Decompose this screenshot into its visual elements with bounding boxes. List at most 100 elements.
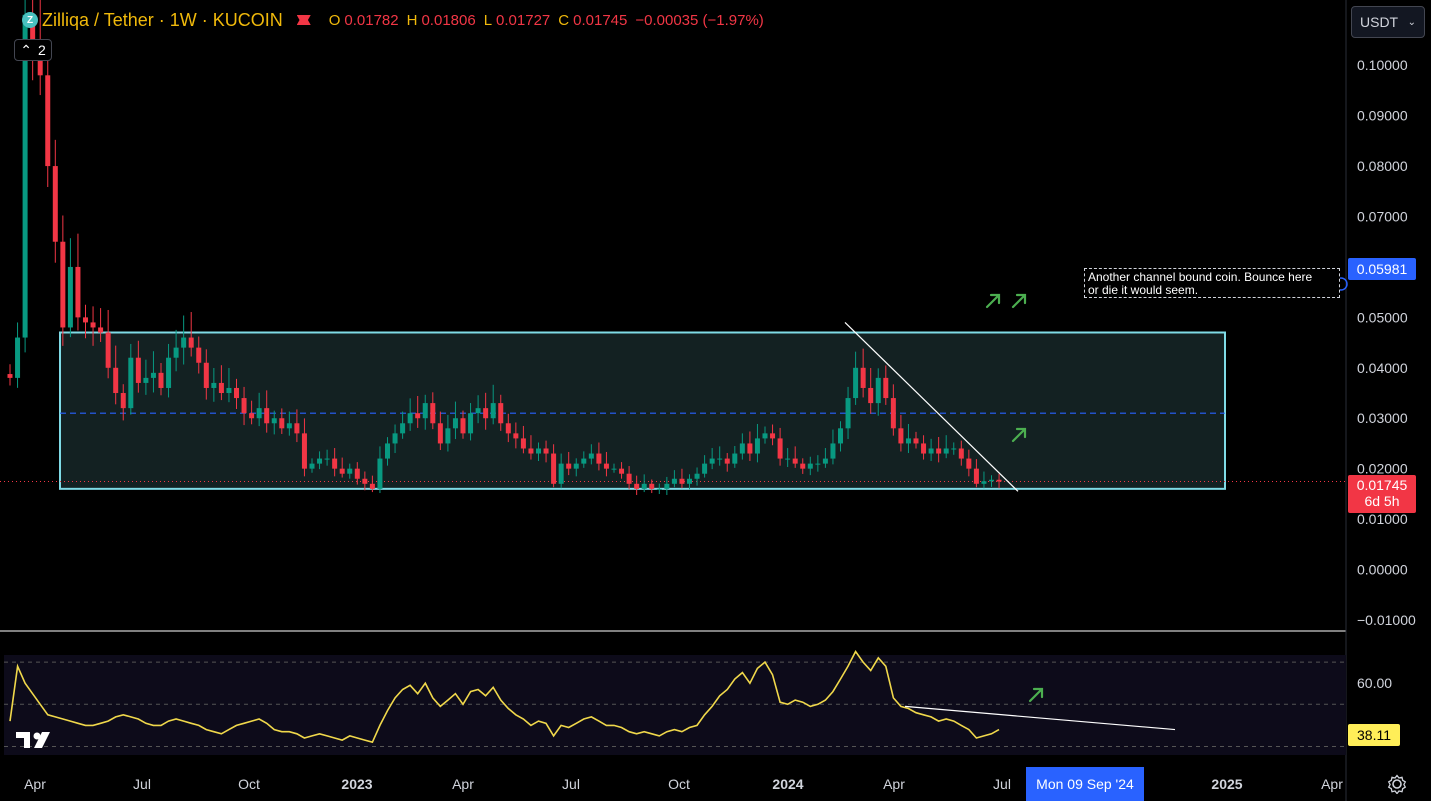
rsi-value-tag: 38.11 <box>1348 724 1400 746</box>
candle-body <box>777 438 783 459</box>
price-tick-label: 0.07000 <box>1357 209 1408 225</box>
candle-body <box>581 458 587 464</box>
candle-body <box>822 458 828 464</box>
candle-body <box>838 428 843 444</box>
candle-body <box>158 372 164 388</box>
symbol-legend[interactable]: Z Zilliqa / Tether · 1W · KUCOIN O 0.0178… <box>22 8 768 32</box>
candle-body <box>513 433 519 439</box>
candle-body <box>150 372 156 378</box>
ohlc-values: O 0.01782 H 0.01806 L 0.01727 C 0.01745 −0.0… <box>329 12 768 29</box>
flag-icon[interactable] <box>296 15 311 25</box>
text-note[interactable]: Another channel bound coin. Bounce here … <box>1084 268 1340 298</box>
rsi-tick-label: 60.00 <box>1357 675 1392 691</box>
time-tick-label: Apr <box>1321 776 1343 792</box>
last-price-tag: 0.01745 6d 5h <box>1348 475 1416 513</box>
candle <box>7 364 13 386</box>
change-value: −0.00035 (−1.97%) <box>635 11 764 29</box>
note-line-2: or die it would seem. <box>1088 283 1199 297</box>
candle-body <box>505 423 511 434</box>
candle-body <box>490 403 496 419</box>
candle-body <box>762 433 768 439</box>
candle-body <box>181 337 187 348</box>
candle-body <box>400 423 406 434</box>
candle-body <box>226 387 232 394</box>
alert-price-tag[interactable]: 0.05981 <box>1348 258 1416 280</box>
candle-body <box>309 463 315 469</box>
candle-body <box>551 453 557 484</box>
candle-body <box>218 382 224 394</box>
candle-body <box>354 468 360 479</box>
candle-body <box>339 468 345 474</box>
price-tick-label: 0.08000 <box>1357 158 1408 174</box>
symbol-title[interactable]: Zilliqa / Tether · 1W · KUCOIN <box>42 10 283 31</box>
tradingview-logo-icon[interactable] <box>16 730 58 750</box>
arrow-up-right-icon <box>985 293 1001 309</box>
candle-body <box>7 374 13 378</box>
candle-body <box>105 332 111 368</box>
candle-body <box>973 468 979 484</box>
candle-body <box>800 463 806 469</box>
candle <box>45 50 51 188</box>
candle-body <box>573 463 579 469</box>
candle-body <box>301 433 307 469</box>
low-label: L <box>483 11 493 29</box>
candle-body <box>830 443 836 459</box>
open-label: O <box>328 11 341 29</box>
candle-body <box>860 367 866 388</box>
candle-body <box>702 463 708 474</box>
candle-body <box>694 473 700 479</box>
candle-body <box>890 398 896 429</box>
last-price-value: 0.01745 <box>1356 477 1408 493</box>
candle-body <box>460 418 466 434</box>
channel-box <box>59 331 1226 490</box>
candle-body <box>120 393 126 409</box>
zilliqa-coin-icon: Z <box>22 12 38 28</box>
candle-body <box>234 387 239 399</box>
time-tick-label: Apr <box>883 776 905 792</box>
time-tick-label: Apr <box>24 776 46 792</box>
currency-label: USDT <box>1360 14 1399 30</box>
indicators-collapse-button[interactable]: ⌃ 2 <box>14 39 52 61</box>
candle-body <box>671 478 677 484</box>
candle-body <box>203 362 209 388</box>
candle-body <box>294 423 300 434</box>
candle-body <box>90 322 96 328</box>
close-label: C <box>558 11 570 29</box>
candle-body <box>249 413 255 419</box>
candle-body <box>347 468 353 474</box>
time-tick-label: Jul <box>562 776 580 792</box>
candle-body <box>619 468 625 474</box>
time-tick-label: Oct <box>668 776 690 792</box>
candle <box>67 238 73 338</box>
candle-body <box>921 443 927 454</box>
candle-body <box>588 453 594 459</box>
candle-body <box>166 357 172 388</box>
candle-body <box>437 423 443 444</box>
candle-body <box>452 418 458 429</box>
candle-body <box>264 408 270 424</box>
indicator-count: 2 <box>37 42 46 58</box>
candle-body <box>664 483 670 489</box>
currency-select[interactable]: USDT ⌄ <box>1351 6 1425 38</box>
gear-icon[interactable] <box>1387 774 1407 794</box>
low-value: 0.01727 <box>496 11 551 29</box>
candle-body <box>709 458 715 464</box>
price-chart[interactable]: 0.10000 0.09000 0.08000 0.07000 0.05000 0.040… <box>0 0 1431 801</box>
candle-body <box>679 478 685 484</box>
candle-body <box>75 266 81 318</box>
crosshair-date-tag: Mon 09 Sep '24 <box>1026 767 1144 801</box>
time-tick-label: Oct <box>238 776 260 792</box>
candle-body <box>536 448 541 454</box>
candle-body <box>498 403 504 424</box>
candle-body <box>241 398 247 414</box>
time-tick-label: Jul <box>993 776 1011 792</box>
candle-body <box>286 423 292 429</box>
candle-body <box>128 357 134 409</box>
candle-body <box>279 418 285 429</box>
candle-body <box>566 463 572 469</box>
candle-body <box>853 367 859 399</box>
candle <box>60 215 66 346</box>
time-tick-label: 2024 <box>772 776 803 792</box>
candle-body <box>981 481 987 484</box>
close-value: 0.01745 <box>573 11 628 29</box>
